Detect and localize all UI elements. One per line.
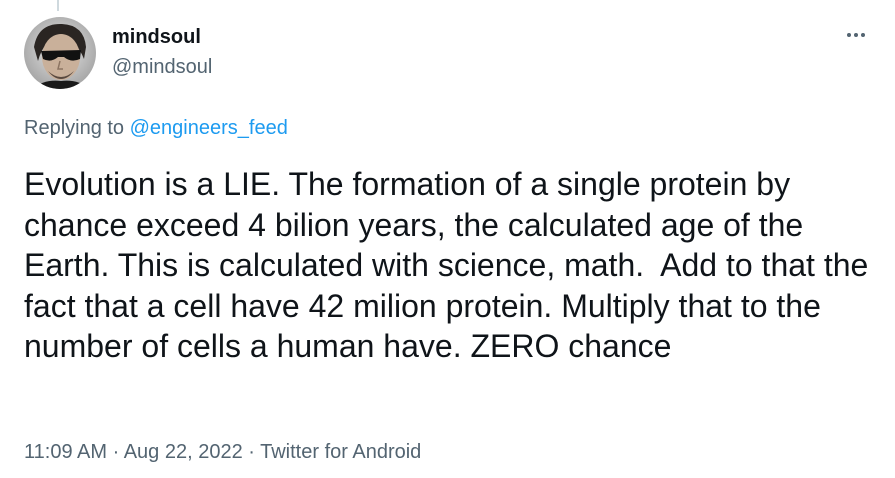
meta-separator: · bbox=[242, 441, 261, 463]
replying-to-line: Replying to @engineers_feed bbox=[24, 116, 288, 140]
tweet-metadata: 11:09 AM · Aug 22, 2022 · Twitter for An… bbox=[24, 440, 421, 464]
more-options-button[interactable] bbox=[836, 22, 876, 48]
avatar-photo-icon bbox=[24, 17, 96, 89]
tweet-source-link[interactable]: Twitter for Android bbox=[260, 441, 421, 463]
replying-to-label: Replying to bbox=[24, 117, 130, 139]
tweet-time-link[interactable]: 11:09 AM bbox=[24, 441, 107, 463]
avatar[interactable] bbox=[24, 17, 96, 89]
thread-connector-line bbox=[57, 0, 59, 11]
reply-mention-link[interactable]: @engineers_feed bbox=[130, 117, 288, 139]
meta-separator: · bbox=[107, 441, 124, 463]
author-handle[interactable]: @mindsoul bbox=[112, 55, 212, 79]
tweet-text: Evolution is a LIE. The formation of a s… bbox=[24, 166, 878, 364]
more-horizontal-icon-dot bbox=[854, 33, 858, 37]
more-horizontal-icon bbox=[847, 33, 851, 37]
more-horizontal-icon-dot bbox=[861, 33, 865, 37]
author-display-name[interactable]: mindsoul bbox=[112, 25, 201, 49]
tweet-date-link[interactable]: Aug 22, 2022 bbox=[124, 441, 243, 463]
